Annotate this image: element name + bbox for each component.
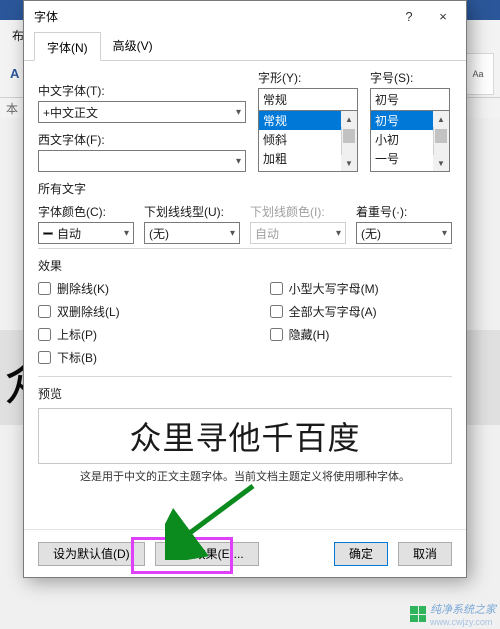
tab-font[interactable]: 字体(N) (34, 32, 101, 61)
text-effects-button[interactable]: 文字效果(E)... (155, 542, 259, 566)
font-style-label: 字形(Y): (258, 69, 358, 86)
emphasis-combo[interactable]: (无) ▾ (356, 222, 452, 244)
color-swatch-icon (43, 232, 53, 235)
underline-style-combo[interactable]: (无) ▾ (144, 222, 240, 244)
watermark-url: www.cwjzy.com (430, 617, 496, 627)
scroll-down-icon[interactable]: ▼ (433, 155, 449, 171)
cancel-button[interactable]: 取消 (398, 542, 452, 566)
caret-down-icon: ▾ (236, 107, 241, 118)
font-color-value: 自动 (57, 225, 81, 242)
preview-text: 众里寻他千百度 (129, 413, 360, 459)
checkbox-hidden[interactable]: 隐藏(H) (270, 326, 379, 343)
watermark-text: 纯净系统之家 (430, 604, 496, 616)
watermark-logo-icon (410, 606, 426, 622)
caret-down-icon: ▾ (230, 228, 235, 239)
latin-font-label: 西文字体(F): (38, 131, 246, 148)
font-color-label: 字体颜色(C): (38, 203, 134, 220)
all-text-label: 所有文字 (38, 180, 452, 197)
underline-style-value: (无) (149, 225, 169, 242)
preview-note: 这是用于中文的正文主题字体。当前文档主题定义将使用哪种字体。 (38, 468, 452, 484)
caret-down-icon: ▾ (442, 228, 447, 239)
divider (38, 376, 452, 377)
preview-box: 众里寻他千百度 (38, 408, 452, 464)
checkbox-smallcaps[interactable]: 小型大写字母(M) (270, 280, 379, 297)
latin-font-combo[interactable]: ▾ (38, 150, 246, 172)
dialog-titlebar: 字体 ? × (24, 1, 466, 31)
bold-button[interactable]: A (6, 64, 23, 83)
checkbox-allcaps[interactable]: 全部大写字母(A) (270, 303, 379, 320)
close-button[interactable]: × (426, 3, 460, 29)
divider (38, 248, 452, 249)
checkbox-double-strike[interactable]: 双删除线(L) (38, 303, 120, 320)
font-dialog: 字体 ? × 字体(N) 高级(V) 中文字体(T): +中文正文 ▾ 西文字体… (23, 0, 467, 578)
dialog-title: 字体 (34, 8, 58, 25)
font-color-combo[interactable]: 自动 ▾ (38, 222, 134, 244)
font-size-listbox[interactable]: 初号 小初 一号 ▲ ▼ (370, 110, 450, 172)
help-button[interactable]: ? (392, 3, 426, 29)
caret-down-icon: ▾ (336, 228, 341, 239)
font-style-listbox[interactable]: 常规 倾斜 加粗 ▲ ▼ (258, 110, 358, 172)
set-default-button[interactable]: 设为默认值(D) (38, 542, 145, 566)
dialog-body: 中文字体(T): +中文正文 ▾ 西文字体(F): ▾ 字形(Y): 常规 常规 (24, 61, 466, 529)
caret-down-icon: ▾ (124, 228, 129, 239)
underline-color-label: 下划线颜色(I): (250, 203, 346, 220)
checkbox-superscript[interactable]: 上标(P) (38, 326, 120, 343)
cn-font-label: 中文字体(T): (38, 82, 246, 99)
emphasis-label: 着重号(·): (356, 203, 452, 220)
dialog-tabs: 字体(N) 高级(V) (24, 31, 466, 61)
font-size-input[interactable]: 初号 (370, 88, 450, 110)
cn-font-value: +中文正文 (43, 104, 98, 121)
tab-advanced[interactable]: 高级(V) (101, 31, 165, 60)
checkbox-subscript[interactable]: 下标(B) (38, 349, 120, 366)
font-size-label: 字号(S): (370, 69, 450, 86)
ok-button[interactable]: 确定 (334, 542, 388, 566)
caret-down-icon: ▾ (236, 156, 241, 167)
underline-color-combo: 自动 ▾ (250, 222, 346, 244)
emphasis-value: (无) (361, 225, 381, 242)
preview-label: 预览 (38, 385, 452, 402)
checkbox-strike[interactable]: 删除线(K) (38, 280, 120, 297)
underline-color-value: 自动 (255, 225, 279, 242)
font-size-value: 初号 (375, 91, 399, 108)
scroll-down-icon[interactable]: ▼ (341, 155, 357, 171)
effects-label: 效果 (38, 257, 452, 274)
watermark: 纯净系统之家 www.cwjzy.com (410, 601, 496, 627)
dialog-footer: 设为默认值(D) 文字效果(E)... 确定 取消 (24, 529, 466, 577)
underline-style-label: 下划线线型(U): (144, 203, 240, 220)
scrollbar-thumb[interactable] (435, 129, 447, 143)
font-style-input[interactable]: 常规 (258, 88, 358, 110)
cn-font-combo[interactable]: +中文正文 ▾ (38, 101, 246, 123)
scroll-up-icon[interactable]: ▲ (433, 111, 449, 127)
scrollbar-thumb[interactable] (343, 129, 355, 143)
scroll-up-icon[interactable]: ▲ (341, 111, 357, 127)
font-style-value: 常规 (263, 91, 287, 108)
